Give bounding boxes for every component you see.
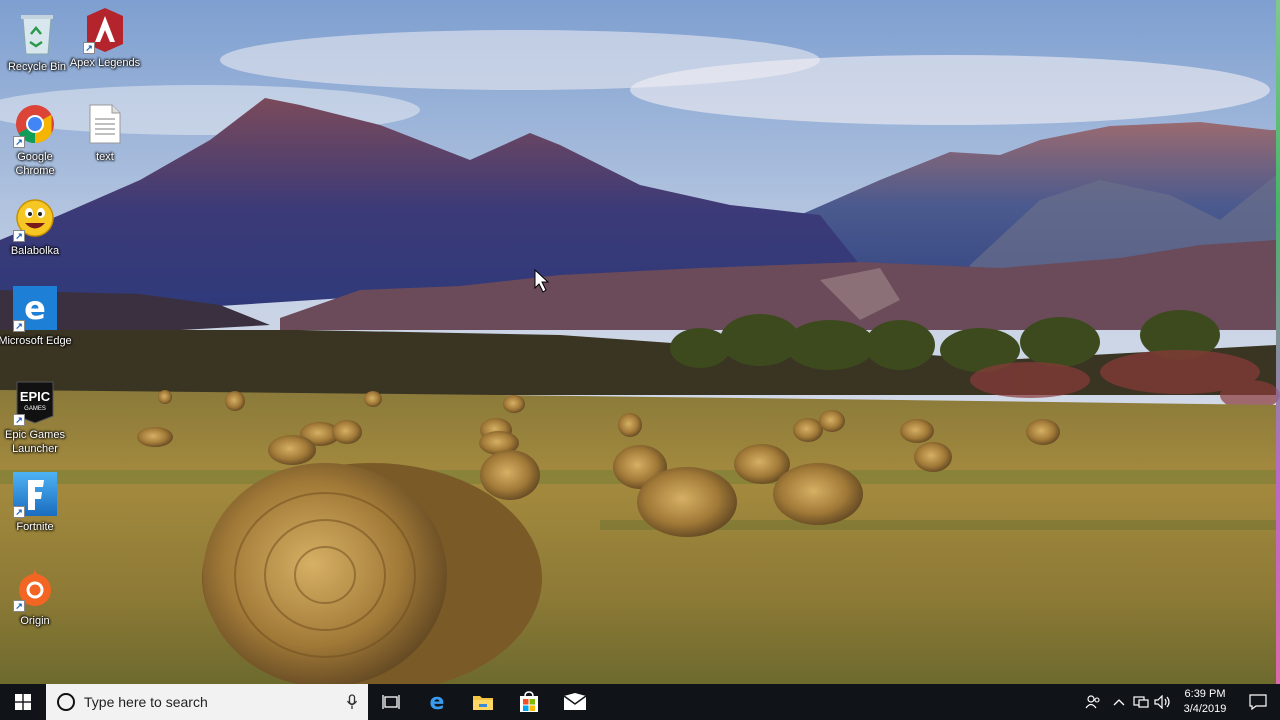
epic-games-icon: EPIC GAMES ↗	[11, 378, 59, 426]
taskbar-file-explorer-button[interactable]	[460, 684, 506, 720]
fortnite-icon: ↗	[11, 470, 59, 518]
desktop-icon-label: Fortnite	[16, 521, 54, 533]
clock-time: 6:39 PM	[1184, 688, 1226, 700]
people-button[interactable]	[1078, 684, 1108, 720]
desktop-icon-microsoft-edge[interactable]: e ↗ Microsoft Edge	[0, 284, 72, 348]
volume-button[interactable]	[1152, 684, 1174, 720]
desktop-icon-text[interactable]: text	[68, 100, 142, 164]
desktop-icon-google-chrome[interactable]: ↗ Google Chrome	[0, 100, 72, 178]
desktop-icon-label: Microsoft Edge	[0, 335, 72, 347]
taskbar-edge-button[interactable]: e	[414, 684, 460, 720]
clock[interactable]: 6:39 PM 3/4/2019	[1174, 687, 1236, 717]
search-placeholder: Type here to search	[84, 694, 208, 710]
microphone-icon[interactable]	[346, 694, 358, 710]
clock-date: 3/4/2019	[1183, 703, 1227, 715]
speaker-icon	[1154, 695, 1170, 709]
desktop-icon-label: Apex Legends	[69, 57, 141, 69]
svg-text:GAMES: GAMES	[24, 406, 46, 412]
start-button[interactable]	[0, 684, 46, 720]
chrome-icon: ↗	[11, 100, 59, 148]
taskbar: Type here to search e 6:39 PM 3/4/2019	[0, 684, 1280, 720]
origin-icon: ↗	[11, 564, 59, 612]
task-view-icon	[382, 695, 400, 709]
text-document-icon	[81, 100, 129, 148]
desktop-icon-label: Origin	[20, 615, 50, 627]
apex-legends-icon: ↗	[81, 6, 129, 54]
desktop-icon-label: Balabolka	[10, 245, 60, 257]
network-icon	[1133, 696, 1149, 708]
balabolka-icon: ↗	[11, 194, 59, 242]
svg-text:EPIC: EPIC	[20, 389, 51, 404]
desktop-icon-label: Recycle Bin	[7, 61, 67, 73]
desktop-icon-origin[interactable]: ↗ Origin	[0, 564, 72, 628]
desktop-icon-label: Google Chrome	[15, 151, 55, 177]
svg-text:e: e	[24, 289, 46, 327]
search-box[interactable]: Type here to search	[46, 684, 368, 720]
desktop-icon-label: Epic Games Launcher	[5, 429, 65, 455]
chevron-up-icon	[1113, 699, 1125, 706]
desktop-icon-balabolka[interactable]: ↗ Balabolka	[0, 194, 72, 258]
people-icon	[1085, 695, 1100, 709]
file-explorer-icon	[473, 696, 493, 710]
network-button[interactable]	[1130, 684, 1152, 720]
system-tray: 6:39 PM 3/4/2019	[1078, 684, 1280, 720]
show-hidden-icons-button[interactable]	[1108, 684, 1130, 720]
notification-icon	[1249, 694, 1267, 710]
taskbar-mail-button[interactable]	[552, 684, 598, 720]
taskbar-store-button[interactable]	[506, 684, 552, 720]
desktop-wallpaper	[0, 0, 1280, 684]
cortana-icon	[57, 693, 75, 711]
action-center-button[interactable]	[1236, 684, 1280, 720]
mail-icon	[563, 693, 587, 710]
task-view-button[interactable]	[368, 684, 414, 720]
svg-text:e: e	[430, 691, 445, 713]
desktop-icon-epic-games-launcher[interactable]: EPIC GAMES ↗ Epic Games Launcher	[0, 378, 72, 456]
edge-icon: e ↗	[11, 284, 59, 332]
screen-edge-strip	[1276, 0, 1280, 684]
desktop-icon-label: text	[96, 151, 114, 163]
desktop-icon-recycle-bin[interactable]: Recycle Bin	[0, 10, 74, 74]
edge-icon: e	[430, 691, 445, 713]
desktop-icon-fortnite[interactable]: ↗ Fortnite	[0, 470, 72, 534]
store-icon	[520, 691, 538, 712]
desktop-icon-apex-legends[interactable]: ↗ Apex Legends	[68, 6, 142, 70]
recycle-bin-icon	[13, 10, 61, 58]
windows-logo-icon	[15, 694, 31, 710]
